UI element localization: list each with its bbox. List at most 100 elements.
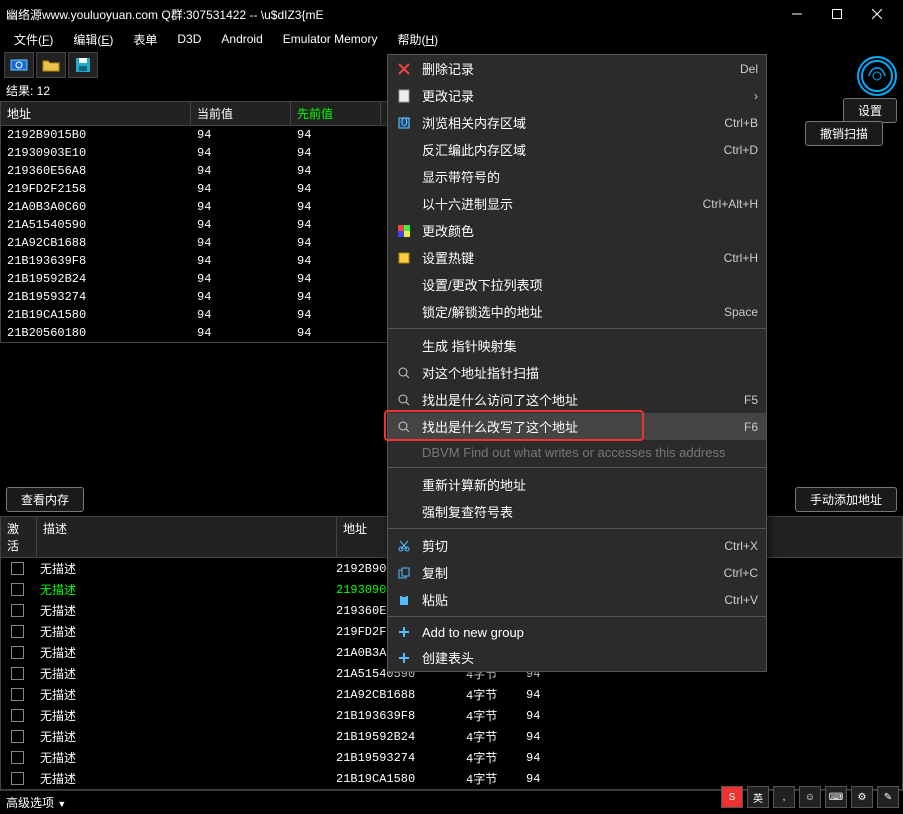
col-previous[interactable]: 先前值: [291, 102, 381, 125]
plus-icon: [396, 624, 412, 640]
result-row[interactable]: 219FD2F21589494: [1, 180, 389, 198]
ctx-更改颜色[interactable]: 更改颜色: [388, 217, 766, 244]
ctx-创建表头[interactable]: 创建表头: [388, 644, 766, 671]
cheat-row[interactable]: 无描述21A92CB16884字节94: [1, 684, 902, 705]
sogou-ime-icon[interactable]: S: [721, 786, 743, 808]
active-checkbox[interactable]: [11, 604, 24, 617]
result-row[interactable]: 21B193639F89494: [1, 252, 389, 270]
save-icon[interactable]: [68, 52, 98, 78]
ctx-以十六进制显示[interactable]: 以十六进制显示Ctrl+Alt+H: [388, 190, 766, 217]
ctx-label: 反汇编此内存区域: [422, 140, 714, 159]
ctx-label: 显示带符号的: [422, 167, 758, 186]
col-description[interactable]: 描述: [37, 517, 337, 557]
result-row[interactable]: 21A0B3A0C609494: [1, 198, 389, 216]
ctx-生成-指针映射集[interactable]: 生成 指针映射集: [388, 332, 766, 359]
ctx-浏览相关内存区域[interactable]: 01浏览相关内存区域Ctrl+B: [388, 109, 766, 136]
menu-编辑[interactable]: 编辑(E): [63, 29, 123, 50]
result-row[interactable]: 21B205601809494: [1, 324, 389, 342]
ime-settings-icon[interactable]: ⚙: [851, 786, 873, 808]
ctx-更改记录[interactable]: 更改记录›: [388, 82, 766, 109]
active-checkbox[interactable]: [11, 751, 24, 764]
blank-icon: [396, 304, 412, 320]
menu-Android[interactable]: Android: [211, 30, 272, 48]
cheat-row[interactable]: 无描述21B195932744字节94: [1, 747, 902, 768]
ime-emoji-icon[interactable]: ☺: [799, 786, 821, 808]
active-checkbox[interactable]: [11, 667, 24, 680]
result-row[interactable]: 21A515405909494: [1, 216, 389, 234]
cheat-row[interactable]: 无描述21B19592B244字节94: [1, 726, 902, 747]
result-row[interactable]: 21B19CA15809494: [1, 306, 389, 324]
menu-表单[interactable]: 表单: [123, 29, 167, 50]
menu-帮助[interactable]: 帮助(H): [387, 29, 448, 50]
ime-lang-icon[interactable]: 英: [747, 786, 769, 808]
ctx-label: DBVM Find out what writes or accesses th…: [422, 445, 758, 460]
active-checkbox[interactable]: [11, 625, 24, 638]
ctx-shortcut: Ctrl+D: [724, 143, 758, 157]
ctx-label: 删除记录: [422, 59, 730, 78]
col-active[interactable]: 激活: [1, 517, 37, 557]
blank-icon: [396, 277, 412, 293]
blank-icon: [396, 196, 412, 212]
ctx-label: 重新计算新的地址: [422, 475, 758, 494]
result-row[interactable]: 21B19592B249494: [1, 270, 389, 288]
menu-文件[interactable]: 文件(F): [4, 29, 63, 50]
ce-logo-icon[interactable]: [857, 56, 897, 96]
ctx-删除记录[interactable]: 删除记录Del: [388, 55, 766, 82]
plus-icon: [396, 650, 412, 666]
ctx-shortcut: Ctrl+V: [724, 593, 758, 607]
ctx-设置/更改下拉列表项[interactable]: 设置/更改下拉列表项: [388, 271, 766, 298]
ctx-label: 浏览相关内存区域: [422, 113, 714, 132]
ctx-剪切[interactable]: 剪切Ctrl+X: [388, 532, 766, 559]
ime-tool-icon[interactable]: ✎: [877, 786, 899, 808]
ctx-label: 生成 指针映射集: [422, 336, 758, 355]
active-checkbox[interactable]: [11, 562, 24, 575]
blank-icon: [396, 338, 412, 354]
active-checkbox[interactable]: [11, 772, 24, 785]
col-address[interactable]: 地址: [1, 102, 191, 125]
active-checkbox[interactable]: [11, 688, 24, 701]
result-row[interactable]: 21B195932749494: [1, 288, 389, 306]
active-checkbox[interactable]: [11, 583, 24, 596]
ctx-对这个地址指针扫描[interactable]: 对这个地址指针扫描: [388, 359, 766, 386]
ctx-粘贴[interactable]: 粘贴 Ctrl+V: [388, 586, 766, 613]
cut-icon: [396, 538, 412, 554]
ctx-label: 强制复查符号表: [422, 502, 758, 521]
ctx-label: 粘贴: [422, 590, 714, 609]
ctx-找出是什么访问了这个地址[interactable]: 找出是什么访问了这个地址F5: [388, 386, 766, 413]
open-icon[interactable]: [36, 52, 66, 78]
maximize-button[interactable]: [817, 0, 857, 28]
x-icon: [396, 61, 412, 77]
ctx-反汇编此内存区域[interactable]: 反汇编此内存区域 Ctrl+D: [388, 136, 766, 163]
menu-D3D[interactable]: D3D: [167, 30, 211, 48]
active-checkbox[interactable]: [11, 646, 24, 659]
close-button[interactable]: [857, 0, 897, 28]
add-manual-button[interactable]: 手动添加地址: [795, 487, 897, 512]
view-memory-button[interactable]: 查看内存: [6, 487, 84, 512]
ctx-shortcut: Ctrl+B: [724, 116, 758, 130]
ime-punct-icon[interactable]: ,: [773, 786, 795, 808]
results-table[interactable]: 地址 当前值 先前值 2192B9015B0949421930903E10949…: [0, 101, 390, 343]
cheat-row[interactable]: 无描述21B193639F84字节94: [1, 705, 902, 726]
result-row[interactable]: 219360E56A89494: [1, 162, 389, 180]
ctx-锁定/解锁选中的地址[interactable]: 锁定/解锁选中的地址Space: [388, 298, 766, 325]
ctx-显示带符号的[interactable]: 显示带符号的: [388, 163, 766, 190]
active-checkbox[interactable]: [11, 730, 24, 743]
result-row[interactable]: 21A92CB16889494: [1, 234, 389, 252]
active-checkbox[interactable]: [11, 709, 24, 722]
blank-icon: [396, 444, 412, 460]
minimize-button[interactable]: [777, 0, 817, 28]
ctx-设置热键[interactable]: 设置热键Ctrl+H: [388, 244, 766, 271]
ctx-找出是什么改写了这个地址[interactable]: 找出是什么改写了这个地址F6: [388, 413, 766, 440]
ctx-重新计算新的地址[interactable]: 重新计算新的地址: [388, 471, 766, 498]
menu-Emulator Memory[interactable]: Emulator Memory: [273, 30, 388, 48]
result-row[interactable]: 2192B9015B09494: [1, 126, 389, 144]
ctx-强制复查符号表[interactable]: 强制复查符号表: [388, 498, 766, 525]
ctx-Add-to-new-group[interactable]: Add to new group: [388, 620, 766, 644]
process-icon[interactable]: [4, 52, 34, 78]
ctx-label: 对这个地址指针扫描: [422, 363, 758, 382]
ime-keyboard-icon[interactable]: ⌨: [825, 786, 847, 808]
result-row[interactable]: 21930903E109494: [1, 144, 389, 162]
col-current[interactable]: 当前值: [191, 102, 291, 125]
undo-scan-button[interactable]: 撤销扫描: [805, 121, 883, 146]
ctx-复制[interactable]: 复制Ctrl+C: [388, 559, 766, 586]
